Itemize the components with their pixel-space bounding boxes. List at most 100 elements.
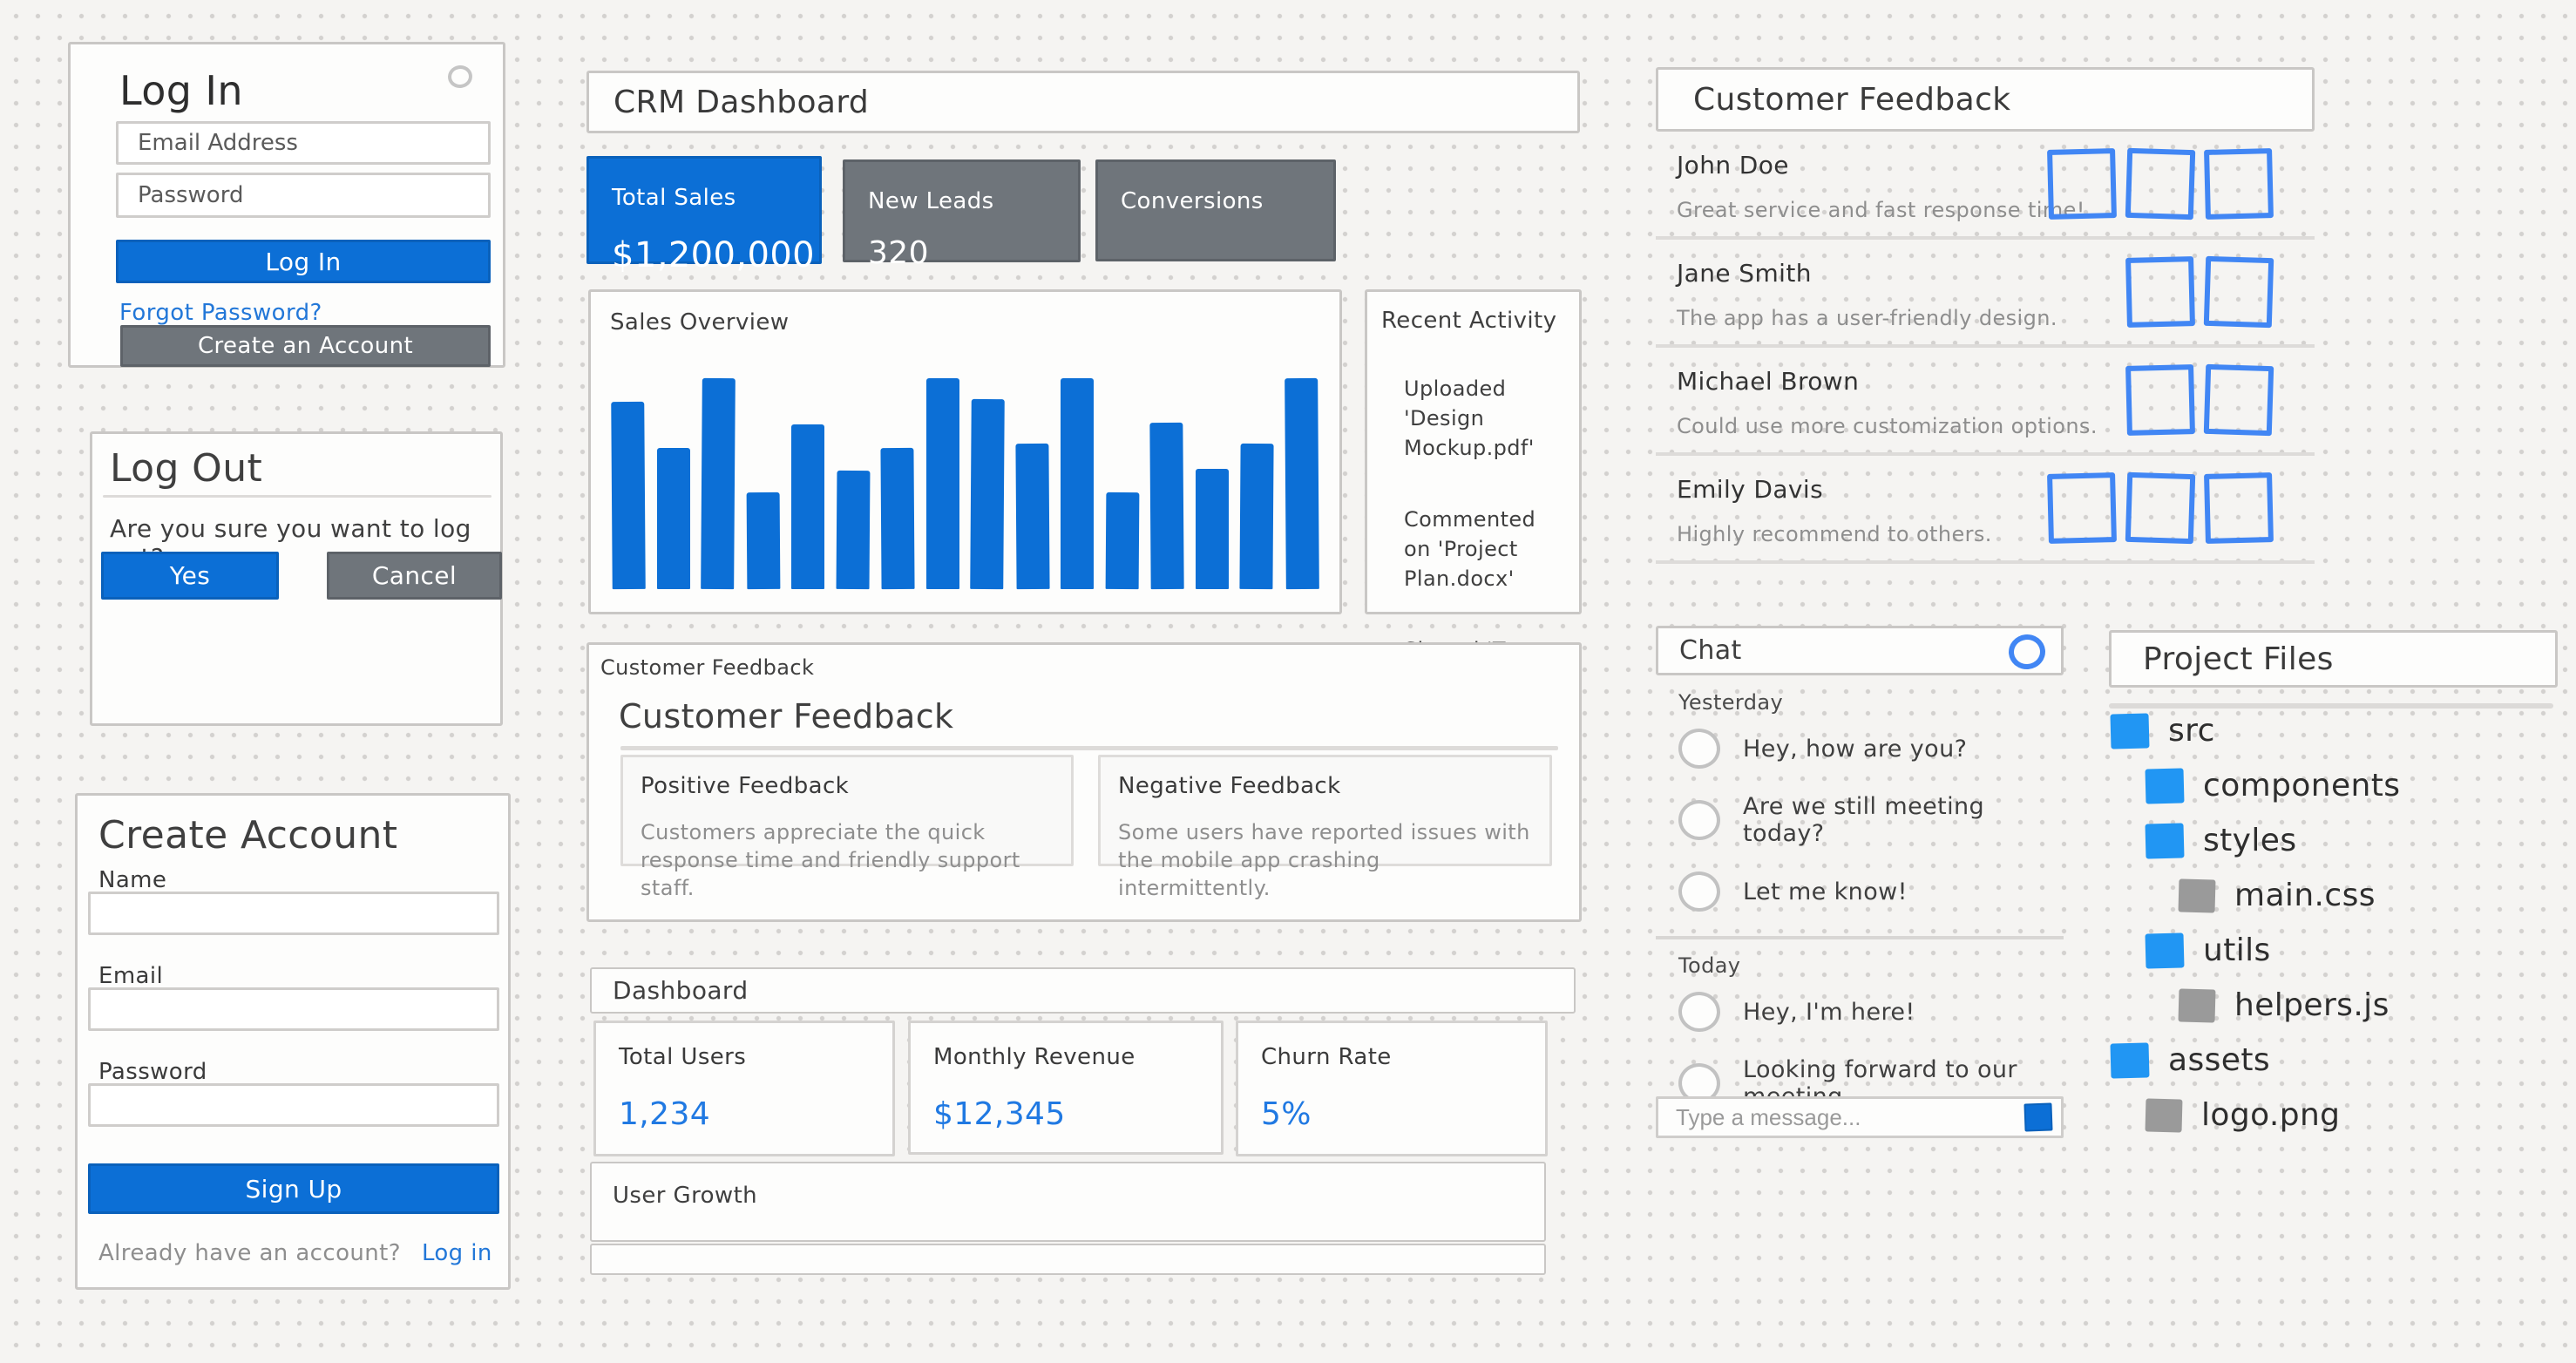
bar (1285, 378, 1319, 589)
rating-square-icon (2125, 256, 2195, 328)
send-button[interactable] (2024, 1102, 2052, 1131)
user-growth-panel: User Growth (590, 1162, 1546, 1242)
file-tree-item[interactable]: components (2146, 768, 2564, 804)
rating-squares (2126, 257, 2273, 327)
create-account-title: Create Account (98, 813, 397, 858)
divider (1656, 936, 2064, 939)
password-input[interactable] (116, 173, 491, 218)
review-text: Highly recommend to others. (1677, 522, 1992, 546)
review-text: Great service and fast response time! (1677, 198, 2085, 222)
file-icon (2179, 988, 2216, 1022)
sign-up-button[interactable]: Sign Up (88, 1163, 499, 1214)
avatar-icon (1677, 727, 1722, 770)
metric-label: New Leads (868, 188, 1055, 214)
dashboard-title: Dashboard (613, 976, 749, 1005)
login-panel: Log In Log In Forgot Password? Create an… (68, 42, 505, 368)
empty-strip (590, 1244, 1546, 1275)
file-tree-item[interactable]: main.css (2179, 878, 2564, 913)
churn-rate-card: Churn Rate 5% (1236, 1021, 1548, 1156)
total-users-card: Total Users 1,234 (593, 1021, 895, 1156)
avatar-icon (1677, 870, 1722, 913)
review-row: Jane SmithThe app has a user-friendly de… (1656, 240, 2315, 348)
chat-messages: YesterdayHey, how are you?Are we still m… (1656, 687, 2064, 1135)
review-row: Emily DavisHighly recommend to others. (1656, 456, 2315, 564)
metric-value: $1,200,000 (612, 235, 797, 275)
login-title: Log In (119, 67, 243, 114)
yes-button[interactable]: Yes (101, 552, 279, 600)
password-input[interactable] (88, 1083, 499, 1127)
rating-squares (2126, 365, 2273, 435)
folder-icon (2145, 823, 2184, 858)
create-account-button[interactable]: Create an Account (120, 325, 491, 367)
login-link[interactable]: Log in (422, 1240, 492, 1266)
chat-message: Are we still meeting today? (1678, 793, 2064, 847)
name-input[interactable] (88, 892, 499, 935)
chat-input-bar (1656, 1096, 2064, 1138)
avatar-icon (1677, 798, 1722, 842)
rating-square-icon (2204, 364, 2274, 436)
chat-message: Let me know! (1678, 871, 2064, 912)
reviews-list: John DoeGreat service and fast response … (1656, 132, 2315, 564)
file-tree-item[interactable]: utils (2146, 932, 2564, 968)
message-text: Are we still meeting today? (1743, 793, 2064, 847)
forgot-password-link[interactable]: Forgot Password? (119, 300, 322, 326)
file-tree-item[interactable]: logo.png (2146, 1097, 2564, 1133)
avatar-icon (1677, 990, 1722, 1034)
review-text: Could use more customization options. (1677, 414, 2098, 438)
file-tree-item[interactable]: src (2111, 713, 2564, 749)
file-name: styles (2203, 823, 2296, 858)
divider (620, 746, 1558, 750)
bar (1105, 492, 1139, 590)
folder-icon (2110, 713, 2149, 749)
metric-value: 320 (868, 235, 1055, 271)
dashboard-header: Dashboard (590, 967, 1576, 1014)
bar (836, 471, 870, 589)
conversions-card: Conversions (1095, 159, 1336, 261)
rating-square-icon (2204, 148, 2274, 220)
have-account-row: Already have an account?Log in (98, 1240, 492, 1266)
file-tree-item[interactable]: assets (2111, 1042, 2564, 1078)
chat-message-input[interactable] (1658, 1099, 2024, 1136)
bar (746, 492, 780, 590)
login-button[interactable]: Log In (116, 240, 491, 283)
cancel-button[interactable]: Cancel (327, 552, 502, 600)
sales-overview-title: Sales Overview (610, 309, 789, 336)
stat-value: 5% (1261, 1096, 1545, 1132)
metric-label: Conversions (1121, 188, 1311, 214)
file-name: utils (2203, 932, 2271, 968)
file-icon (2179, 878, 2216, 912)
rating-square-icon (2125, 472, 2195, 544)
activity-item: Uploaded 'Design Mockup.pdf' (1404, 374, 1565, 463)
file-tree-item[interactable]: styles (2146, 823, 2564, 858)
file-icon (2146, 1098, 2183, 1132)
positive-feedback-box: Positive Feedback Customers appreciate t… (620, 755, 1074, 866)
recent-activity-title: Recent Activity (1381, 308, 1556, 334)
stat-label: Monthly Revenue (933, 1044, 1221, 1070)
negative-feedback-box: Negative Feedback Some users have report… (1098, 755, 1552, 866)
review-row: Michael BrownCould use more customizatio… (1656, 348, 2315, 456)
password-label: Password (98, 1059, 207, 1085)
chat-title: Chat (1679, 635, 1742, 666)
folder-icon (2145, 768, 2184, 804)
negative-feedback-title: Negative Feedback (1118, 773, 1532, 799)
rating-square-icon (2047, 472, 2117, 544)
file-name: main.css (2234, 878, 2376, 913)
file-tree-item[interactable]: helpers.js (2179, 987, 2564, 1023)
folder-icon (2110, 1042, 2149, 1078)
bar (657, 448, 690, 589)
bar (926, 378, 959, 589)
email-input[interactable] (116, 121, 491, 165)
activity-item: Commented on 'Project Plan.docx' (1404, 505, 1565, 593)
project-files-header: Project Files (2109, 630, 2558, 688)
chat-day-label: Yesterday (1678, 690, 2064, 715)
review-text: The app has a user-friendly design. (1677, 306, 2057, 330)
file-name: src (2168, 713, 2215, 749)
crm-dashboard-title: CRM Dashboard (613, 85, 869, 120)
file-name: assets (2168, 1042, 2270, 1078)
rating-square-icon (2125, 364, 2195, 436)
bar (970, 399, 1005, 589)
negative-feedback-text: Some users have reported issues with the… (1118, 818, 1532, 902)
email-input[interactable] (88, 987, 499, 1031)
review-row: John DoeGreat service and fast response … (1656, 132, 2315, 240)
bar (1240, 444, 1274, 589)
